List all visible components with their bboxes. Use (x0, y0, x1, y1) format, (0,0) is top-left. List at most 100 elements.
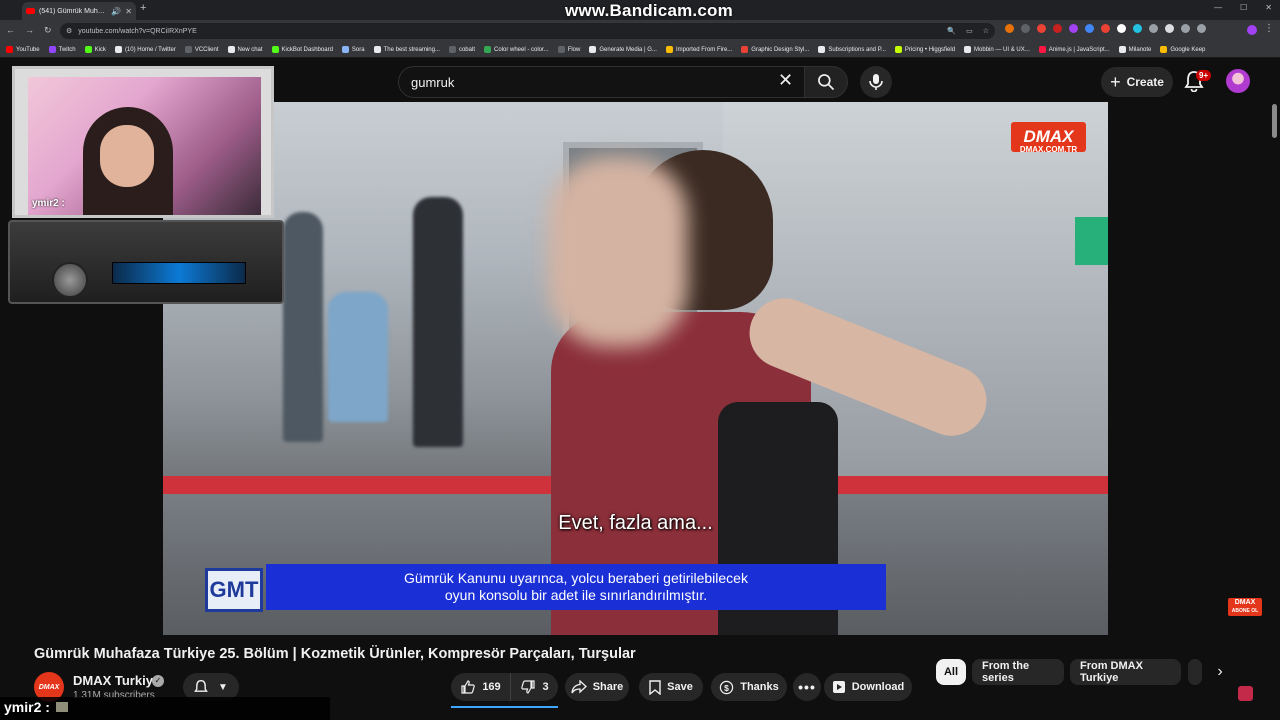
download-icon (832, 681, 845, 693)
bookmark-item[interactable]: Flow (557, 46, 580, 53)
bookmark-star-icon[interactable]: ☆ (983, 27, 989, 35)
youtube-favicon-icon (26, 8, 35, 14)
address-bar[interactable]: ⚙ youtube.com/watch?v=QRCiIRXnPYE 🔍 ▭ ☆ (60, 23, 995, 39)
extension-icon[interactable] (1021, 24, 1030, 33)
radio-display (112, 262, 246, 284)
channel-name[interactable]: DMAX Turkiye (73, 673, 160, 688)
bookmark-item[interactable]: Pricing • Higgsfield (894, 46, 955, 53)
extension-icon[interactable] (1101, 24, 1110, 33)
bookmark-item[interactable]: New chat (227, 46, 263, 53)
chrome-labs-icon[interactable] (1197, 24, 1206, 33)
chip-from-series[interactable]: From the series (972, 659, 1064, 685)
search-icon (818, 74, 835, 91)
new-tab-button[interactable]: + (140, 2, 146, 14)
bookmark-item[interactable]: Imported From Fire... (665, 46, 732, 53)
bookmark-item[interactable]: (10) Home / Twitter (114, 46, 176, 53)
maximize-icon[interactable]: ☐ (1240, 3, 1247, 12)
dmax-subscribe-logo[interactable]: DMAX ABONE OL (1228, 598, 1262, 616)
clear-search-icon[interactable]: ✕ (778, 70, 793, 91)
blurred-face (548, 157, 688, 347)
notification-badge: 9+ (1196, 70, 1212, 81)
chevron-right-icon[interactable]: › (1208, 659, 1232, 685)
chip-from-channel[interactable]: From DMAX Turkiye (1070, 659, 1181, 685)
chat-emote-icon (56, 702, 68, 712)
search-button[interactable] (804, 66, 848, 98)
like-button[interactable]: 169 (451, 673, 511, 701)
bookmark-item[interactable]: The best streaming... (373, 46, 440, 53)
like-count: 169 (482, 681, 501, 693)
bell-icon (194, 679, 208, 692)
minimize-icon[interactable]: — (1214, 3, 1222, 12)
chat-line: ymir2 : (4, 699, 50, 715)
download-icon[interactable] (1181, 24, 1190, 33)
bookmark-item[interactable]: Milanote (1118, 46, 1151, 53)
extension-icon[interactable] (1149, 24, 1158, 33)
info-caption-line: oyun konsolu bir adet ile sınırlandırılm… (444, 587, 708, 603)
recorder-watermark: www.Bandicam.com (565, 1, 733, 20)
dislike-button[interactable]: 3 (511, 673, 558, 701)
close-window-icon[interactable]: ✕ (1265, 3, 1272, 12)
extension-icon[interactable] (1005, 24, 1014, 33)
extension-icon[interactable] (1069, 24, 1078, 33)
video-player[interactable]: DMAX DMAX.COM.TR Evet, fazla ama... GMT … (163, 102, 1108, 635)
voice-search-button[interactable] (860, 66, 892, 98)
verified-icon: ✓ (152, 675, 164, 687)
thanks-button[interactable]: $ Thanks (711, 673, 787, 701)
more-horizontal-icon: ••• (798, 679, 816, 695)
dmax-watermark-url: DMAX.COM.TR (1019, 145, 1078, 154)
download-button[interactable]: Download (824, 673, 912, 701)
bookmark-item[interactable]: Subscriptions and P... (818, 46, 886, 53)
related-video-thumbnail[interactable] (1238, 686, 1253, 701)
account-avatar[interactable] (1226, 69, 1250, 93)
tab-audio-icon[interactable]: 🔊 (111, 7, 121, 16)
bookmark-item[interactable]: Kick (84, 46, 106, 53)
search-input[interactable]: gumruk (398, 66, 808, 98)
profile-icon[interactable] (1247, 25, 1257, 35)
bookmark-item[interactable]: KickBot Dashboard (271, 46, 333, 53)
bookmark-item[interactable]: Twitch (48, 46, 76, 53)
chip-truncated[interactable] (1188, 659, 1202, 685)
more-actions-button[interactable]: ••• (793, 673, 821, 701)
bookmark-item[interactable]: Color wheel - color... (483, 46, 549, 53)
chip-all[interactable]: All (936, 659, 966, 685)
like-ratio-bar (451, 706, 558, 708)
bookmark-item[interactable]: Generate Media | G... (589, 46, 657, 53)
streamer-face (100, 125, 154, 187)
extension-icon[interactable] (1133, 24, 1142, 33)
extension-icon[interactable] (1053, 24, 1062, 33)
share-button[interactable]: Share (565, 673, 629, 701)
chevron-down-icon: ▼ (218, 681, 228, 693)
save-button[interactable]: Save (639, 673, 703, 701)
extension-icon[interactable] (1037, 24, 1046, 33)
bookmark-item[interactable]: Anime.js | JavaScript... (1038, 46, 1110, 53)
create-button[interactable]: + Create (1101, 67, 1173, 97)
tab-close-icon[interactable]: ✕ (125, 7, 132, 16)
bookmark-item[interactable]: VCClient (184, 46, 219, 53)
tab-youtube[interactable]: (541) Gümrük Muhafaza Tü 🔊 ✕ (22, 2, 136, 20)
bookmark-item[interactable]: Google Keep (1160, 46, 1205, 53)
microphone-icon (869, 74, 883, 90)
extension-icon[interactable] (1085, 24, 1094, 33)
page-scrollbar[interactable] (1272, 104, 1277, 138)
reload-icon[interactable]: ↻ (44, 25, 52, 36)
share-icon (571, 680, 587, 694)
zoom-icon[interactable]: 🔍 (947, 27, 956, 35)
extension-icon[interactable] (1117, 24, 1126, 33)
bookmark-item[interactable]: Graphic Design Styl... (741, 46, 809, 53)
back-icon[interactable]: ← (6, 25, 15, 36)
background-person (413, 197, 463, 447)
bookmark-item[interactable]: Sora (341, 46, 365, 53)
dislike-count: 3 (542, 681, 549, 693)
background-person (328, 292, 388, 422)
forward-icon[interactable]: → (25, 25, 34, 36)
cast-icon[interactable]: ▭ (966, 27, 973, 35)
bookmark-item[interactable]: Mobbin — UI & UX... (964, 46, 1030, 53)
bookmark-item[interactable]: YouTube (6, 46, 40, 53)
bookmark-item[interactable]: cobalt (448, 46, 475, 53)
svg-text:$: $ (724, 682, 729, 692)
extensions-puzzle-icon[interactable] (1165, 24, 1174, 33)
site-info-icon[interactable]: ⚙ (66, 27, 72, 35)
tab-title: (541) Gümrük Muhafaza Tü (39, 7, 108, 15)
webcam-chat-label: ymir2 : (32, 198, 65, 209)
browser-menu-icon[interactable]: ⋮ (1264, 23, 1274, 34)
